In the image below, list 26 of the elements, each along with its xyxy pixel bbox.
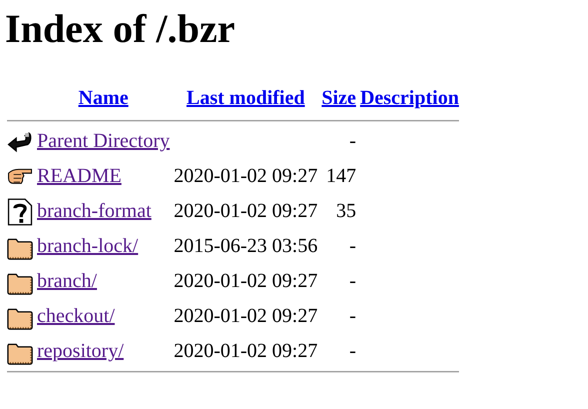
- file-size: 35: [336, 200, 356, 222]
- modified-date: 2020-01-02 09:27: [174, 340, 318, 362]
- file-size: 147: [326, 165, 356, 187]
- file-size: -: [349, 130, 356, 152]
- file-link[interactable]: branch/: [37, 270, 97, 292]
- question-document-icon: [7, 198, 33, 226]
- column-sort-link[interactable]: Name: [78, 87, 128, 109]
- file-size: -: [349, 340, 356, 362]
- modified-date: 2020-01-02 09:27: [174, 165, 318, 187]
- file-size: -: [349, 235, 356, 257]
- column-sort-link[interactable]: Last modified: [186, 87, 305, 109]
- file-size: -: [349, 270, 356, 292]
- modified-date: 2020-01-02 09:27: [174, 270, 318, 292]
- file-link[interactable]: Parent Directory: [37, 130, 170, 152]
- file-size: -: [349, 305, 356, 327]
- modified-date: 2015-06-23 03:56: [174, 235, 318, 257]
- file-link[interactable]: branch-lock/: [37, 235, 138, 257]
- column-sort-link[interactable]: Size: [322, 87, 356, 109]
- modified-date: 2020-01-02 09:27: [174, 305, 318, 327]
- file-link[interactable]: repository/: [37, 340, 124, 362]
- modified-date: 2020-01-02 09:27: [174, 200, 318, 222]
- file-link[interactable]: checkout/: [37, 305, 115, 327]
- file-link[interactable]: README: [37, 165, 122, 187]
- column-sort-link[interactable]: Description: [360, 87, 459, 109]
- file-link[interactable]: branch-format: [37, 200, 152, 222]
- page-title: Index of /.bzr: [5, 5, 236, 53]
